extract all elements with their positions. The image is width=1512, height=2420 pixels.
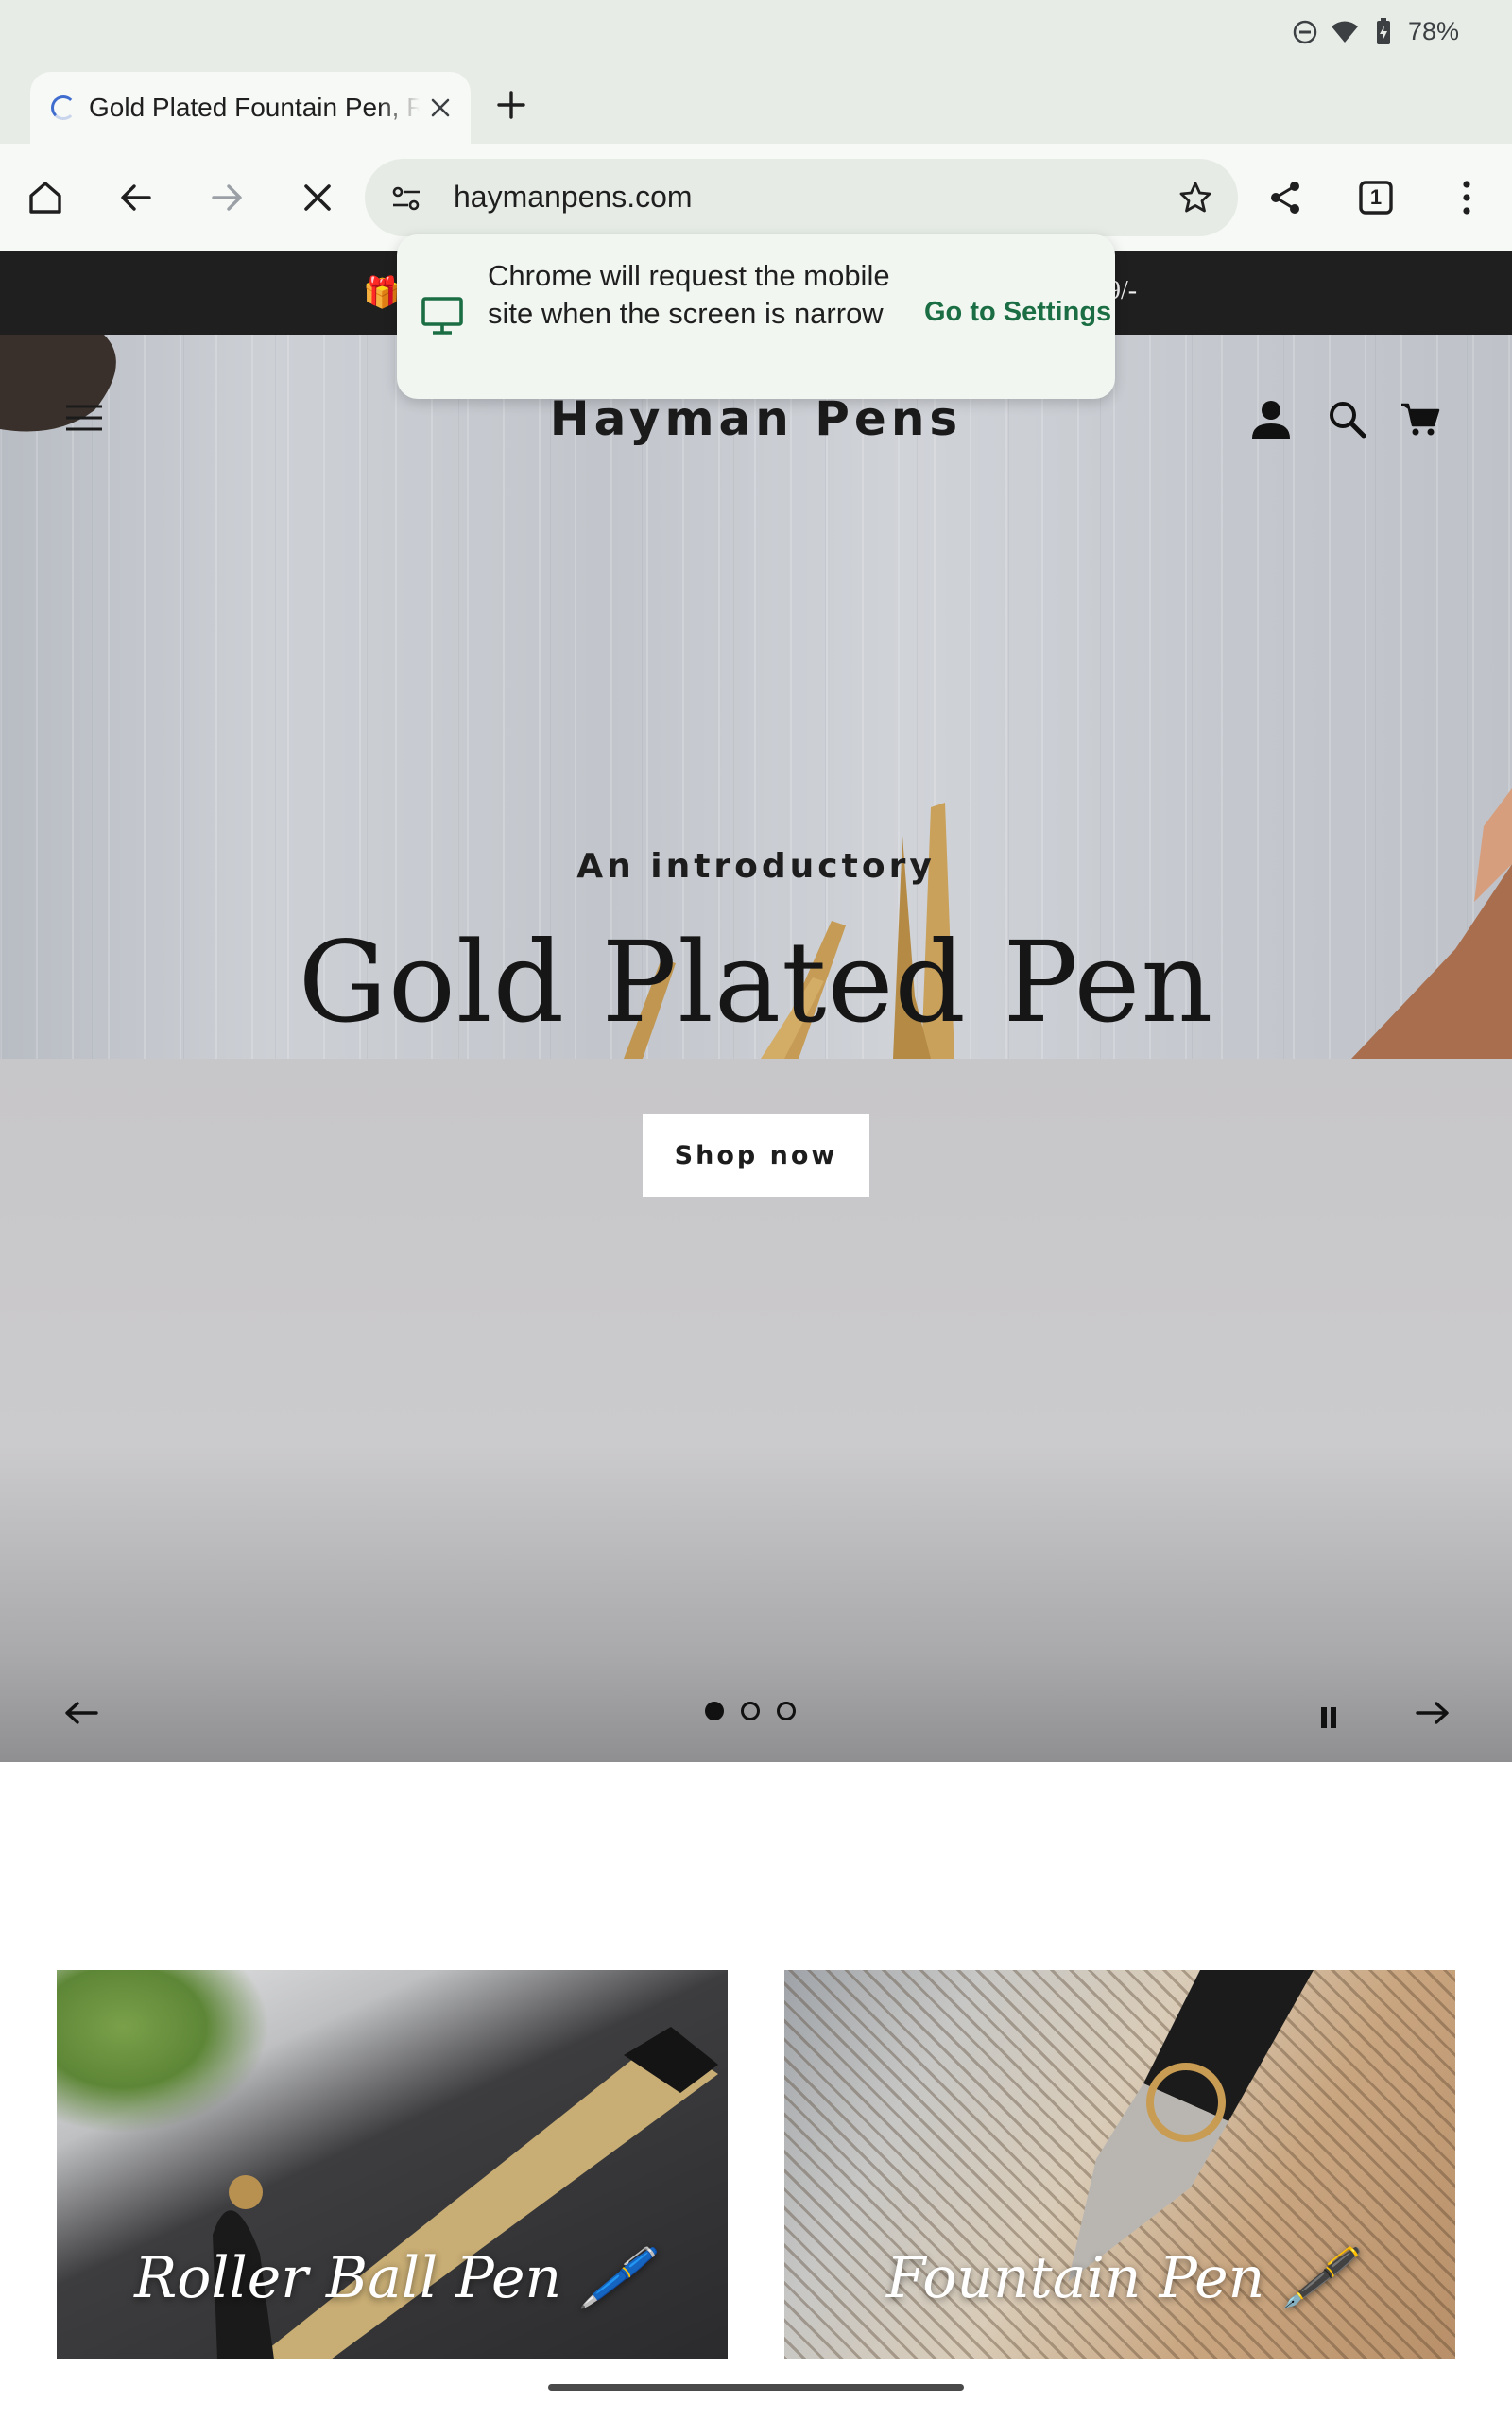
collection-card-fountain[interactable]: Fountain Pen 🖋️ [784,1970,1455,2360]
desktop-monitor-icon [421,297,463,335]
battery-percent: 78% [1407,17,1459,45]
slide-dot-2[interactable] [741,1702,760,1720]
slide-dot-1[interactable] [705,1702,724,1720]
forward-arrow-icon [212,184,242,211]
collection-card-roller-ball[interactable]: Roller Ball Pen 🖊️ [57,1970,728,2360]
browser-tab[interactable]: Gold Plated Fountain Pen, R [30,72,471,144]
stop-x-icon [304,184,331,211]
gift-emoji: 🎁 [363,275,401,309]
gesture-navigation-bar[interactable] [548,2384,964,2391]
hero-title: Gold Plated Pen [298,917,1214,1047]
collection-label: Fountain Pen 🖋️ [885,2245,1354,2311]
share-button[interactable] [1261,173,1310,222]
slide-dots [705,1702,796,1720]
home-button[interactable] [21,173,70,222]
status-icons: 78% [1293,17,1459,46]
account-icon[interactable] [1249,397,1293,441]
pause-slideshow-icon[interactable] [1319,1707,1338,1728]
new-tab-icon[interactable] [491,85,531,125]
tab-switcher-button[interactable]: 1 [1351,173,1400,222]
hero-kicker: An introductory [576,847,936,886]
dnd-icon [1293,20,1317,43]
cart-icon[interactable] [1399,397,1442,441]
tab-title: Gold Plated Fountain Pen, R [89,93,420,122]
bookmark-star-icon[interactable] [1177,180,1213,216]
mobile-site-toast: Chrome will request the mobile site when… [397,234,1115,399]
next-slide-arrow-icon[interactable] [1412,1696,1453,1730]
back-button[interactable] [112,173,161,222]
slide-dot-3[interactable] [777,1702,796,1720]
close-tab-icon[interactable] [425,93,455,123]
tab-strip: Gold Plated Fountain Pen, R [0,68,1512,144]
tab-count: 1 [1369,185,1383,209]
go-to-settings-button[interactable]: Go to Settings [924,297,1111,328]
shop-now-button[interactable]: Shop now [643,1114,869,1197]
url-text: haymanpens.com [454,180,693,214]
battery-charging-icon [1376,17,1390,44]
back-arrow-icon [121,184,151,211]
search-icon[interactable] [1325,397,1368,441]
more-vert-icon [1463,181,1470,215]
previous-slide-arrow-icon[interactable] [60,1696,102,1730]
address-bar[interactable]: haymanpens.com [365,159,1238,236]
menu-button[interactable] [1442,173,1491,222]
forward-button[interactable] [202,173,251,222]
wifi-icon [1331,21,1358,43]
stop-loading-button[interactable] [293,173,342,222]
toast-message: Chrome will request the mobile site when… [488,259,890,330]
collection-label: Roller Ball Pen 🖊️ [134,2245,650,2311]
site-settings-tune-icon[interactable] [389,182,423,216]
home-icon [29,182,61,214]
share-icon [1271,182,1299,214]
loading-spinner-icon [51,95,76,120]
status-bar: 78% [0,0,1512,68]
